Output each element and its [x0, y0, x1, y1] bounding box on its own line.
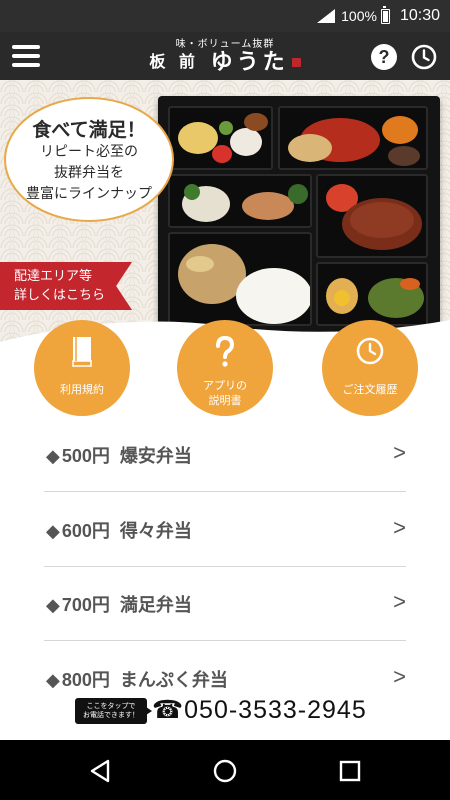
bento-compartment: [316, 174, 428, 258]
menu-item-label: ◆ 500円 爆安弁当: [46, 442, 192, 468]
menu-item-600[interactable]: ◆ 600円 得々弁当 >: [44, 491, 406, 567]
menu-item-price: 800円: [61, 670, 110, 690]
chevron-right-icon: >: [393, 664, 406, 689]
call-phone-button[interactable]: ここをタップで お電話できます！ ☎050-3533-2945: [0, 690, 450, 738]
diamond-bullet-icon: ◆: [46, 446, 60, 467]
hint-line: ここをタップで: [86, 702, 136, 710]
hero-catchcopy-bubble: 食べて満足！ リピート必至の 抜群弁当を 豊富にラインナップ: [4, 97, 174, 222]
brand-tagline: 味・ボリューム抜群: [175, 39, 275, 50]
hero-copy-line: リピート必至の: [40, 143, 138, 160]
hero-headline: 食べて満足！: [32, 118, 146, 141]
hint-line: お電話できます！: [83, 711, 139, 719]
terms-label: 利用規約: [60, 383, 104, 396]
seal-icon: [291, 57, 301, 67]
bento-photo: [158, 96, 440, 336]
phone-icon: ☎: [152, 696, 185, 724]
menu-item-price: 600円: [61, 521, 110, 541]
hero-copy-line: 豊富にラインナップ: [26, 185, 152, 202]
menu-item-name: 爆安弁当: [119, 446, 192, 467]
menu-item-name: 得々弁当: [119, 521, 192, 542]
clock-icon: [356, 337, 384, 365]
status-time: 10:30: [399, 7, 440, 24]
diamond-bullet-icon: ◆: [46, 521, 60, 542]
bento-compartment: [168, 106, 273, 170]
hero-copy-line: 抜群弁当を: [54, 164, 124, 181]
menu-item-price: 700円: [61, 595, 110, 615]
signal-icon: [317, 9, 336, 23]
app-screen: 100% 10:30 味・ボリューム抜群 板 前 ゆうた ? 食べて満足！ リピ…: [0, 0, 450, 800]
menu-item-label: ◆ 600円 得々弁当: [46, 517, 192, 543]
chevron-right-icon: >: [393, 440, 406, 465]
manual-label: アプリの 説明書: [203, 379, 247, 407]
terms-of-use-button[interactable]: 利用規約: [34, 320, 130, 416]
status-bar: 100% 10:30: [0, 0, 450, 32]
delivery-label: 配達エリア等: [14, 269, 93, 284]
app-header: 味・ボリューム抜群 板 前 ゆうた ?: [0, 32, 450, 80]
order-history-button[interactable]: ご注文履歴: [322, 320, 418, 416]
book-icon: [72, 337, 92, 367]
chevron-right-icon: >: [393, 515, 406, 540]
diamond-bullet-icon: ◆: [46, 670, 60, 691]
delivery-label: 詳しくはこちら: [14, 288, 106, 303]
delivery-area-button[interactable]: 配達エリア等 詳しくはこちら: [0, 262, 132, 310]
menu-line-icon: [12, 45, 40, 49]
question-icon: [216, 336, 235, 367]
chevron-right-icon: >: [393, 589, 406, 614]
menu-line-icon: [12, 63, 40, 67]
battery-percent: 100%: [341, 8, 377, 24]
brand-name: 板 前 ゆうた: [149, 49, 301, 75]
back-icon[interactable]: [88, 758, 114, 784]
menu-item-500[interactable]: ◆ 500円 爆安弁当 >: [44, 416, 406, 492]
menu-item-price: 500円: [61, 446, 110, 466]
phone-number: ☎050-3533-2945: [152, 695, 367, 725]
order-history-label: ご注文履歴: [342, 383, 398, 396]
help-button[interactable]: ?: [371, 44, 397, 70]
menu-item-label: ◆ 800円 まんぷく弁当: [46, 666, 228, 692]
brand-name-kanji: 板 前: [149, 52, 199, 71]
menu-line-icon: [12, 54, 40, 58]
menu-item-name: まんぷく弁当: [119, 670, 228, 691]
brand-name-kana: ゆうた: [210, 49, 289, 75]
phone-number-text: 050-3533-2945: [184, 696, 367, 724]
tap-to-call-hint: ここをタップで お電話できます！: [75, 698, 152, 724]
brand-logo: 味・ボリューム抜群 板 前 ゆうた: [140, 35, 310, 74]
menu-item-700[interactable]: ◆ 700円 満足弁当 >: [44, 565, 406, 641]
home-icon[interactable]: [212, 758, 238, 784]
app-manual-button[interactable]: アプリの 説明書: [177, 320, 273, 416]
hamburger-menu-button[interactable]: [12, 43, 40, 69]
diamond-bullet-icon: ◆: [46, 595, 60, 616]
battery-icon: [380, 6, 390, 24]
menu-item-name: 満足弁当: [119, 595, 192, 616]
recent-apps-icon[interactable]: [337, 758, 363, 784]
android-nav-bar: [0, 740, 450, 800]
bento-compartment: [278, 106, 428, 170]
menu-item-label: ◆ 700円 満足弁当: [46, 591, 192, 617]
order-history-clock-icon[interactable]: [411, 44, 437, 70]
bento-compartment: [168, 174, 312, 228]
